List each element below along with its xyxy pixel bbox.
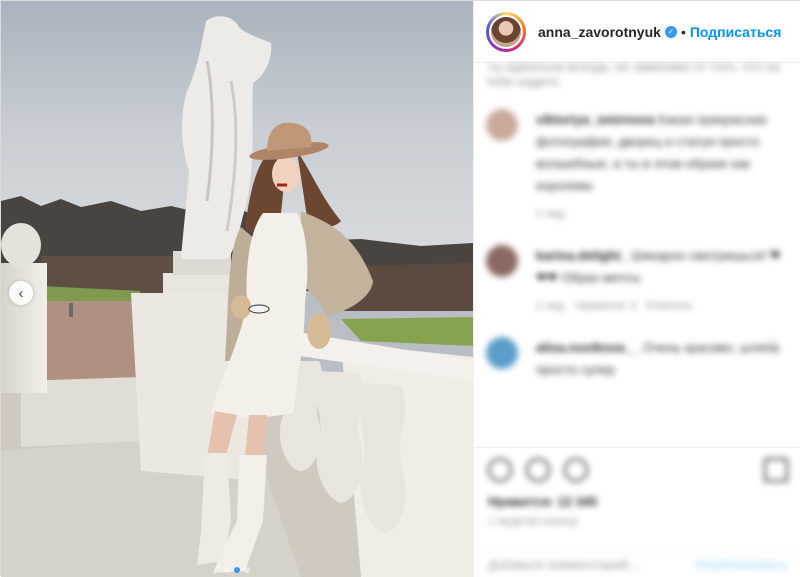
comment-avatar[interactable] <box>486 109 518 141</box>
avatar[interactable] <box>486 11 526 52</box>
heart-icon[interactable]: ♡ <box>767 245 778 259</box>
avatar-image <box>489 14 523 49</box>
carousel-dot-active <box>234 567 240 573</box>
comment-item: karina.delight_ Шикарно смотришься! ❤❤❤ … <box>486 245 790 317</box>
comment-time: 1 нед. <box>536 208 567 220</box>
separator-dot: • <box>680 23 686 40</box>
post-modal: ‹ anna_zavorotnyuk ✓ • Подписаться Ты ид… <box>0 0 800 577</box>
comments-list: Ты идеальна всегда, не зависимо от того,… <box>474 63 800 447</box>
comment-time: 1 нед. <box>536 300 567 312</box>
comment-username[interactable]: viktoriya_smirnova <box>536 112 655 127</box>
comment-username[interactable]: alisa.novikova__ <box>536 340 639 355</box>
comment-item: alisa.novikova__ Очень красиво, шляпа пр… <box>486 337 790 381</box>
comment-avatar[interactable] <box>486 245 518 277</box>
add-comment-input[interactable]: Добавьте комментарий... <box>488 557 639 572</box>
bookmark-icon[interactable] <box>764 458 788 482</box>
comment-reply-button[interactable]: Ответить <box>646 300 693 312</box>
caption-preview: Ты идеальна всегда, не зависимо от того,… <box>486 63 780 89</box>
post-sidebar: anna_zavorotnyuk ✓ • Подписаться Ты идеа… <box>473 1 800 577</box>
carousel-dots <box>1 567 473 573</box>
verified-badge-icon: ✓ <box>664 25 677 38</box>
carousel-dot <box>224 567 230 573</box>
post-actions: Нравится: 12 345 1 неделю назад Добавьте… <box>474 447 800 577</box>
username[interactable]: anna_zavorotnyuk <box>538 24 661 40</box>
post-comment-button[interactable]: Опубликовать <box>695 557 788 572</box>
comment-bubble-icon[interactable] <box>526 458 550 482</box>
follow-button[interactable]: Подписаться <box>690 24 782 40</box>
comment-likes[interactable]: Нравится: 3 <box>576 300 637 312</box>
comment-username[interactable]: karina.delight_ <box>536 248 628 263</box>
photo-image <box>1 1 473 577</box>
heart-icon[interactable]: ♡ <box>767 337 778 351</box>
carousel-dot <box>244 567 250 573</box>
like-heart-icon[interactable] <box>488 458 512 482</box>
post-date: 1 неделю назад <box>488 517 577 528</box>
chevron-left-icon[interactable]: ‹ <box>9 281 33 305</box>
likes-count[interactable]: Нравится: 12 345 <box>488 494 788 509</box>
add-comment-bar: Добавьте комментарий... Опубликовать <box>474 551 800 577</box>
comment-item: viktoriya_smirnova Какая прекрасная фото… <box>486 109 790 225</box>
post-photo: ‹ <box>1 1 473 577</box>
comment-avatar[interactable] <box>486 337 518 369</box>
share-plane-icon[interactable] <box>564 458 588 482</box>
post-header: anna_zavorotnyuk ✓ • Подписаться <box>474 1 800 63</box>
